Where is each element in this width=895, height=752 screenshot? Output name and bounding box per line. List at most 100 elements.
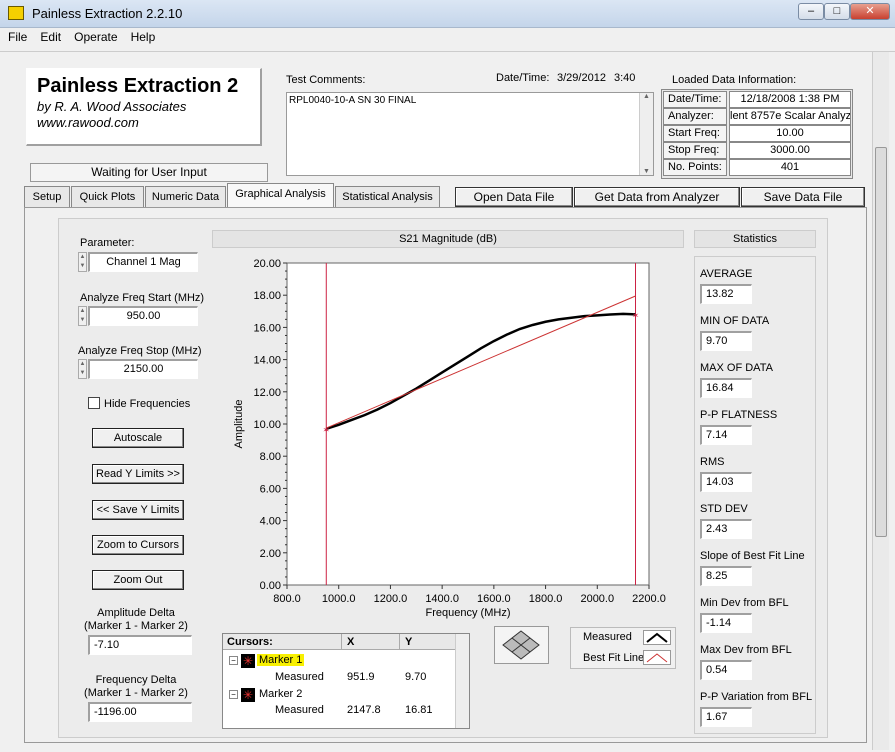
vertical-scrollbar[interactable] [872, 52, 889, 750]
x-tick-label: 2000.0 [580, 593, 614, 605]
autoscale-button[interactable]: Autoscale [92, 428, 184, 448]
y-tick-label: 18.00 [253, 290, 281, 302]
marker-2-sub: Measured [275, 704, 324, 716]
freq-stop-label: Analyze Freq Stop (MHz) [78, 345, 202, 357]
stat-value: 8.25 [700, 566, 752, 586]
cursor-marker: ✶ [323, 425, 331, 435]
datetime-time: 3:40 [614, 72, 636, 84]
info-row: Date/Time: 12/18/2008 1:38 PM [663, 91, 851, 108]
minimize-button[interactable]: – [798, 3, 824, 20]
comments-text: RPL0040-10-A SN 30 FINAL [289, 95, 417, 106]
tab-statistical-analysis[interactable]: Statistical Analysis [335, 186, 440, 207]
loaded-info-label: Loaded Data Information: [672, 74, 797, 86]
zoom-to-cursors-button[interactable]: Zoom to Cursors [92, 535, 184, 555]
maximize-button[interactable]: □ [824, 3, 850, 20]
y-tick-label: 14.00 [253, 355, 281, 367]
parameter-spinner[interactable]: ▲ ▼ [78, 252, 87, 272]
marker-1-sub: Measured [275, 671, 324, 683]
freq-stop-input[interactable]: 2150.00 [88, 359, 198, 379]
frequency-delta-label: Frequency Delta [95, 674, 177, 686]
cursor-table-scrollbar[interactable] [455, 634, 469, 728]
marker-2-y: 16.81 [405, 704, 433, 716]
comments-textarea[interactable]: RPL0040-10-A SN 30 FINAL ▲ ▼ [286, 92, 654, 176]
status-display: Waiting for User Input [30, 163, 268, 182]
hide-frequencies-checkbox[interactable] [88, 397, 100, 409]
marker-1-y: 9.70 [405, 671, 427, 683]
x-axis-label: Frequency (MHz) [426, 607, 511, 619]
marker-2-x: 2147.8 [347, 704, 381, 716]
hide-frequencies-label: Hide Frequencies [104, 398, 191, 410]
y-tick-label: 2.00 [260, 548, 281, 560]
stat-label: P-P Variation from BFL [700, 691, 813, 703]
stat-value: 13.82 [700, 284, 752, 304]
tab-graphical-analysis[interactable]: Graphical Analysis [227, 183, 334, 207]
stat-value: 1.67 [700, 707, 752, 727]
marker-icon: ✳ [241, 688, 255, 702]
x-tick-label: 1400.0 [425, 593, 459, 605]
cursor-header: Cursors: [227, 636, 273, 648]
close-button[interactable]: ✕ [850, 3, 890, 20]
y-tick-label: 0.00 [260, 580, 281, 592]
amplitude-delta-sublabel: (Marker 1 - Marker 2) [84, 620, 188, 632]
get-data-from-analyzer-button[interactable]: Get Data from Analyzer [574, 187, 740, 207]
menu-file[interactable]: File [8, 30, 27, 44]
tab-setup[interactable]: Setup [24, 186, 70, 207]
frequency-delta-value: -1196.00 [88, 702, 192, 722]
read-y-limits-button[interactable]: Read Y Limits >> [92, 464, 184, 484]
freq-stop-spinner[interactable]: ▲ ▼ [78, 359, 87, 379]
save-data-file-button[interactable]: Save Data File [741, 187, 865, 207]
menu-edit[interactable]: Edit [40, 30, 61, 44]
legend-bestfit-swatch [643, 650, 671, 665]
stat-label: AVERAGE [700, 268, 753, 280]
plot-legend: Measured Best Fit Line [570, 627, 676, 669]
cursor-move-pad[interactable] [494, 626, 549, 664]
logo-panel: Painless Extraction 2 by R. A. Wood Asso… [26, 68, 262, 146]
stat-label: Min Dev from BFL [700, 597, 789, 609]
stat-label: RMS [700, 456, 725, 468]
tab-numeric-data[interactable]: Numeric Data [145, 186, 226, 207]
stat-label: MAX OF DATA [700, 362, 773, 374]
collapse-icon[interactable]: − [229, 656, 238, 665]
app-url: www.rawood.com [37, 115, 139, 130]
freq-start-label: Analyze Freq Start (MHz) [80, 292, 205, 304]
stat-value: 2.43 [700, 519, 752, 539]
parameter-select[interactable]: Channel 1 Mag [88, 252, 198, 272]
save-y-limits-button[interactable]: << Save Y Limits [92, 500, 184, 520]
y-tick-label: 6.00 [260, 483, 281, 495]
collapse-icon[interactable]: − [229, 690, 238, 699]
y-axis-label: Amplitude [233, 400, 245, 449]
x-tick-label: 2200.0 [632, 593, 666, 605]
zoom-out-button[interactable]: Zoom Out [92, 570, 184, 590]
y-tick-label: 20.00 [253, 258, 281, 270]
menu-operate[interactable]: Operate [74, 30, 117, 44]
stat-label: Max Dev from BFL [700, 644, 792, 656]
freq-start-spinner[interactable]: ▲ ▼ [78, 306, 87, 326]
marker-1-name[interactable]: Marker 1 [257, 654, 305, 666]
chart-container: 0.00 2.00 4.00 6.00 8.00 10.00 12.00 14.00 16.00… [212, 249, 684, 625]
x-tick-label: 1200.0 [374, 593, 408, 605]
stat-value: 16.84 [700, 378, 752, 398]
comments-scrollbar[interactable]: ▲ ▼ [639, 93, 653, 175]
stat-label: Slope of Best Fit Line [700, 550, 805, 562]
marker-2-name[interactable]: Marker 2 [259, 688, 302, 700]
cursor-x-header: X [347, 636, 355, 648]
stat-label: STD DEV [700, 503, 748, 515]
cursor-y-header: Y [405, 636, 413, 648]
y-tick-label: 8.00 [260, 451, 281, 463]
amplitude-delta-value: -7.10 [88, 635, 192, 655]
menu-help[interactable]: Help [131, 30, 156, 44]
marker-1-x: 951.9 [347, 671, 375, 683]
open-data-file-button[interactable]: Open Data File [455, 187, 573, 207]
legend-measured: Measured [583, 631, 632, 643]
cursor-table[interactable]: Cursors: X Y − ✳ Marker 1 Measured 951.9… [222, 633, 470, 729]
scrollbar-thumb[interactable] [875, 147, 887, 537]
y-tick-label: 4.00 [260, 516, 281, 528]
tab-quick-plots[interactable]: Quick Plots [71, 186, 144, 207]
chart-svg[interactable]: 0.00 2.00 4.00 6.00 8.00 10.00 12.00 14.00 16.00… [212, 249, 684, 625]
freq-start-input[interactable]: 950.00 [88, 306, 198, 326]
stat-value: -1.14 [700, 613, 752, 633]
app-icon [8, 6, 24, 20]
y-tick-label: 12.00 [253, 387, 281, 399]
app-author: by R. A. Wood Associates [37, 99, 187, 114]
y-tick-label: 16.00 [253, 322, 281, 334]
